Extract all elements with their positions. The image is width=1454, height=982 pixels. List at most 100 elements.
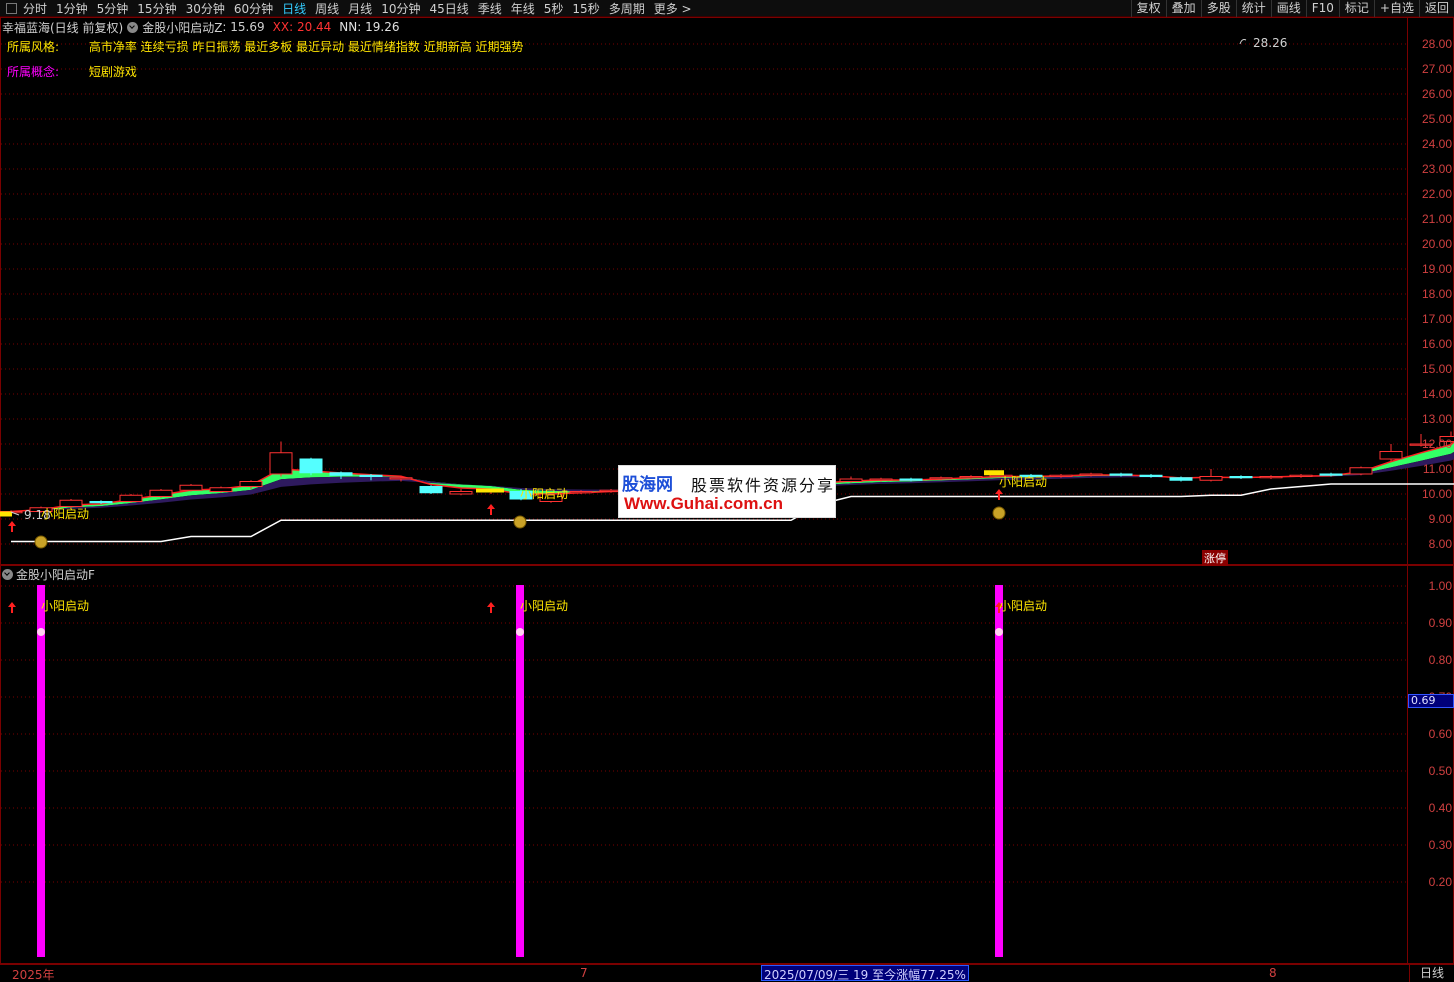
time-axis-bar: 2025年 7 2025/07/09/三 19 至今涨幅77.25% 8 日线 [0,964,1454,982]
price-tick-label: 16.00 [1421,337,1452,351]
signal-dot [37,628,45,636]
signal-label-main-2: 小阳启动 [520,487,569,501]
signal-label-main-3: 小阳启动 [999,475,1048,489]
down-candle-body [329,472,353,476]
price-tick-label: 13.00 [1421,412,1452,426]
price-tick-label: 10.00 [1421,487,1452,501]
down-candle-body [1319,473,1343,476]
signal-label-sub-1: 小阳启动 [41,599,90,613]
year-label: 2025年 [12,968,55,982]
watermark-url: Www.Guhai.com.cn [624,494,783,513]
signal-bar [37,585,45,957]
sub-tick-label: 0.60 [1428,727,1452,741]
period-indicator[interactable]: 日线 [1409,965,1454,982]
style-label: 所属风格: [7,40,60,54]
sub-tick-label: 0.20 [1428,875,1452,889]
up-candle-body [149,489,173,497]
up-candle-body [1289,474,1313,477]
up-candle-body [449,491,473,495]
money-bag-icon [992,506,1006,520]
sub-tick-label: 0.30 [1428,838,1452,852]
indicator-name[interactable]: 金股小阳启动Z [142,19,222,36]
down-candle-body [1169,477,1193,481]
sub-tick-label: 0.90 [1428,616,1452,630]
up-candle-body [1259,476,1283,479]
concept-label: 所属概念: [7,65,60,79]
price-tick-label: 23.00 [1421,162,1452,176]
price-tick-label: 21.00 [1421,212,1452,226]
red-trend-line [10,440,1454,513]
signal-dot [995,628,1003,636]
down-candle-body [299,458,323,474]
sub-indicator-name[interactable]: 金股小阳启动F [16,566,95,583]
up-candle-body [569,491,593,494]
down-candle-body [1109,473,1133,476]
up-candle-body [209,487,233,492]
up-candle-body [869,478,893,481]
price-tick-label: 24.00 [1421,137,1452,151]
up-candle-body [1379,451,1403,460]
signal-bar [516,585,524,957]
price-tick-label: 25.00 [1421,112,1452,126]
start-marker [0,511,12,517]
up-candle-body [179,484,203,491]
price-tick-label: 20.00 [1421,237,1452,251]
up-candle-body [959,476,983,479]
month-7-label: 7 [580,966,588,980]
up-candle-body [239,481,263,487]
up-candle-body [929,477,953,480]
down-candle-body [899,478,923,481]
up-candle-body [269,452,293,475]
current-value-badge: 0.69 [1408,693,1454,708]
price-tick-label: 27.00 [1421,62,1452,76]
buy-arrow-icon [487,504,495,515]
buy-arrow-icon-sub [487,602,495,613]
price-tick-label: 28.00 [1421,37,1452,51]
price-tick-label: 17.00 [1421,312,1452,326]
stock-title: 幸福蓝海(日线 前复权) [2,20,124,35]
style-row: 所属风格: 高市净率 连续亏损 昨日振荡 最近多板 最近异动 最近情绪指数 近期… [7,38,524,55]
signal-label-main-1: 小阳启动 [41,507,90,521]
start-marker [476,488,504,493]
price-tick-label: 9.00 [1428,512,1452,526]
up-candle-body [389,477,413,480]
up-candle-body [1349,467,1373,475]
watermark-logo: 股海网 [622,475,673,494]
sub-indicator-header: 金股小阳启动F [2,567,95,582]
down-candle-body [1139,474,1163,477]
money-bag-icon [513,515,527,529]
money-bag-icon [34,535,48,549]
down-candle-body [89,501,113,504]
high-price-marker: 28.26 [1253,36,1288,50]
green-band-area [11,441,1454,512]
main-info-row: 幸福蓝海(日线 前复权) 金股小阳启动Z : 15.69 XX: 20.44 N… [2,19,403,35]
sub-indicator-menu-icon[interactable] [2,569,13,580]
buy-arrow-icon [8,521,16,532]
signal-bar [995,585,1003,957]
price-tick-label: 15.00 [1421,362,1452,376]
price-tick-label: 18.00 [1421,287,1452,301]
buy-arrow-icon-sub [8,602,16,613]
down-candle-body [359,474,383,477]
sub-tick-label: 1.00 [1428,579,1452,593]
concept-values: 短剧游戏 [88,65,137,79]
down-candle-body [1229,476,1253,479]
up-candle-body [1199,476,1223,481]
signal-label-sub-3: 小阳启动 [999,599,1048,613]
price-tick-label: 22.00 [1421,187,1452,201]
z-value: : 15.69 [222,20,265,34]
up-candle-body [1079,473,1103,476]
concept-row: 所属概念: 短剧游戏 [7,63,137,80]
watermark-slogan: 股票软件资源分享 [691,476,836,495]
limit-up-badge: 涨停 [1202,550,1228,566]
indicator-menu-icon[interactable] [127,21,139,33]
month-8-label: 8 [1269,966,1277,980]
xx-value: XX: 20.44 [272,20,332,34]
up-candle-body [1049,474,1073,477]
up-candle-body [839,478,863,482]
price-tick-label: 26.00 [1421,87,1452,101]
price-tick-label: 8.00 [1428,537,1452,551]
signal-label-sub-2: 小阳启动 [520,599,569,613]
style-values: 高市净率 连续亏损 昨日振荡 最近多板 最近异动 最近情绪指数 近期新高 近期强… [88,40,524,54]
signal-dot [516,628,524,636]
